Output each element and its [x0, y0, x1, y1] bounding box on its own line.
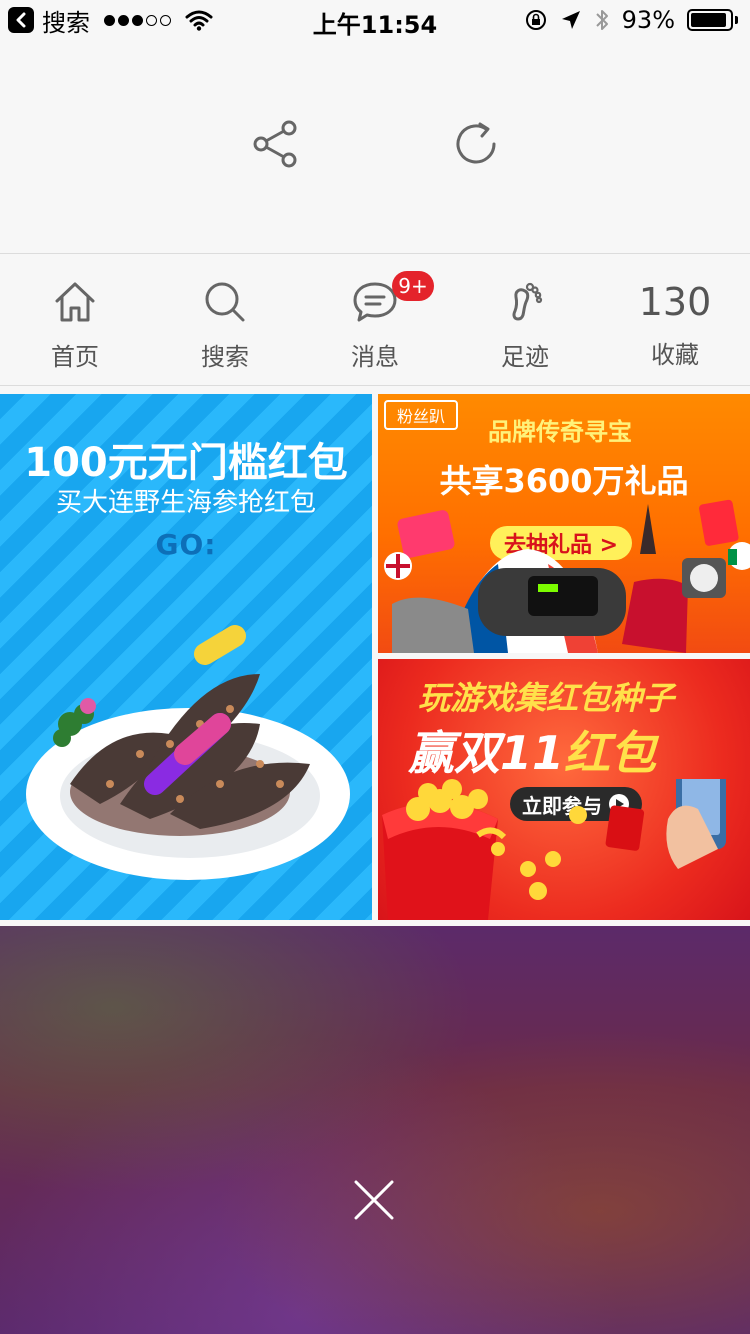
bluetooth-icon — [595, 10, 608, 30]
nav-label-messages: 消息 — [351, 343, 399, 371]
promo-banner-brand-treasure[interactable]: 粉丝趴 品牌传奇寻宝 共享3600万礼品 去抽礼品 > — [378, 394, 750, 653]
promo-bottom-right-line2: 赢双11红包 — [408, 717, 656, 783]
nav-item-footprints[interactable]: 足迹 — [450, 255, 600, 385]
promo-banner-sea-cucumber[interactable]: 100元无门槛红包 买大连野生海参抢红包 GO: — [0, 394, 372, 920]
message-badge: 9+ — [392, 271, 434, 301]
nav-item-search[interactable]: 搜索 — [150, 255, 300, 385]
promo-left-subtitle: 买大连野生海参抢红包 — [55, 488, 316, 518]
status-bar: 搜索 上午11:54 93% — [0, 0, 750, 40]
battery-icon — [687, 9, 738, 31]
location-arrow-icon — [561, 11, 580, 29]
products-collage-image — [384, 499, 750, 653]
battery-level-fill — [691, 13, 727, 27]
nav-label-search: 搜索 — [201, 343, 249, 371]
nav-label-home: 首页 — [51, 343, 99, 371]
promo-bottom-right-line1: 玩游戏集红包种子 — [418, 679, 675, 717]
fansparty-logo: 粉丝趴 — [384, 400, 458, 430]
go-logo: GO: — [155, 528, 217, 561]
footprint-icon — [512, 282, 543, 321]
quick-nav: 首页 搜索 9+ 消息 足迹 130 收藏 — [0, 255, 750, 386]
promo-left-title: 100元无门槛红包 — [24, 440, 348, 486]
promo-top-right-tagline: 品牌传奇寻宝 — [488, 418, 632, 446]
nav-label-favorites: 收藏 — [651, 341, 699, 369]
refresh-icon[interactable] — [450, 118, 502, 170]
sea-cucumber-plate-image — [26, 625, 350, 880]
line2-highlight: 红包 — [564, 726, 657, 780]
nav-item-messages[interactable]: 9+ 消息 — [300, 255, 450, 385]
nav-item-home[interactable]: 首页 — [0, 255, 150, 385]
blurred-overlay — [0, 926, 750, 1334]
line2-prefix: 赢双11 — [408, 726, 565, 780]
nav-label-footprints: 足迹 — [501, 343, 549, 371]
nav-item-favorites[interactable]: 130 收藏 — [600, 255, 750, 385]
red-packet-coins-image — [382, 779, 726, 920]
battery-percent: 93% — [621, 6, 675, 34]
promo-banner-game-red-packet[interactable]: 玩游戏集红包种子 赢双11红包 立即参与 — [378, 659, 750, 920]
close-icon[interactable] — [352, 1178, 396, 1222]
orientation-lock-icon — [525, 10, 546, 30]
promo-grid: 100元无门槛红包 买大连野生海参抢红包 GO: 粉丝趴 品牌传奇寻宝 共享36… — [0, 394, 750, 920]
status-right: 93% — [524, 6, 738, 34]
home-icon — [55, 282, 95, 322]
search-icon — [205, 282, 245, 322]
favorites-count: 130 — [638, 280, 712, 324]
top-action-panel — [0, 40, 750, 254]
share-icon[interactable] — [249, 118, 301, 170]
